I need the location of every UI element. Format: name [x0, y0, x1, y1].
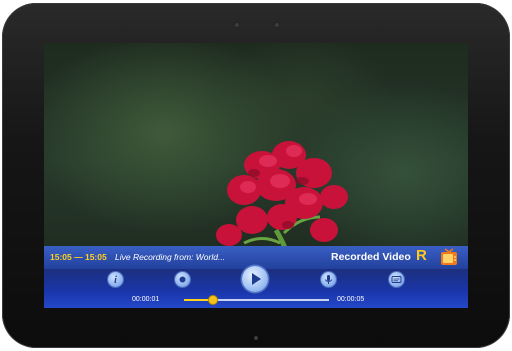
info-icon: i — [114, 275, 117, 286]
front-camera-left — [235, 23, 239, 27]
total-time: 00:00:05 — [337, 296, 365, 303]
recording-title: Live Recording from: World... — [115, 252, 226, 262]
play-button[interactable] — [242, 266, 268, 292]
front-camera-right — [275, 23, 279, 27]
record-button[interactable] — [175, 272, 190, 287]
record-dot-icon — [179, 276, 186, 283]
recorded-badge: R — [416, 247, 427, 264]
subtitles-button[interactable] — [389, 272, 404, 287]
video-player[interactable]: 15:05 — 15:05 Live Recording from: World… — [44, 43, 468, 308]
time-range: 15:05 — 15:05 — [50, 252, 107, 262]
play-icon — [252, 273, 261, 285]
seek-thumb[interactable] — [209, 296, 217, 304]
current-time: 00:00:01 — [132, 296, 160, 303]
svg-text:i: i — [114, 275, 117, 286]
microphone-icon — [325, 275, 332, 284]
microphone-button[interactable] — [321, 272, 336, 287]
subtitles-icon — [391, 276, 402, 283]
tv-icon[interactable] — [440, 248, 458, 266]
seek-bar[interactable] — [184, 296, 329, 304]
playback-controls: i 00:00:01 00:00:05 — [44, 266, 468, 308]
mode-label: Recorded Video — [331, 251, 411, 263]
info-button[interactable]: i — [108, 272, 123, 287]
home-indicator — [254, 336, 258, 340]
